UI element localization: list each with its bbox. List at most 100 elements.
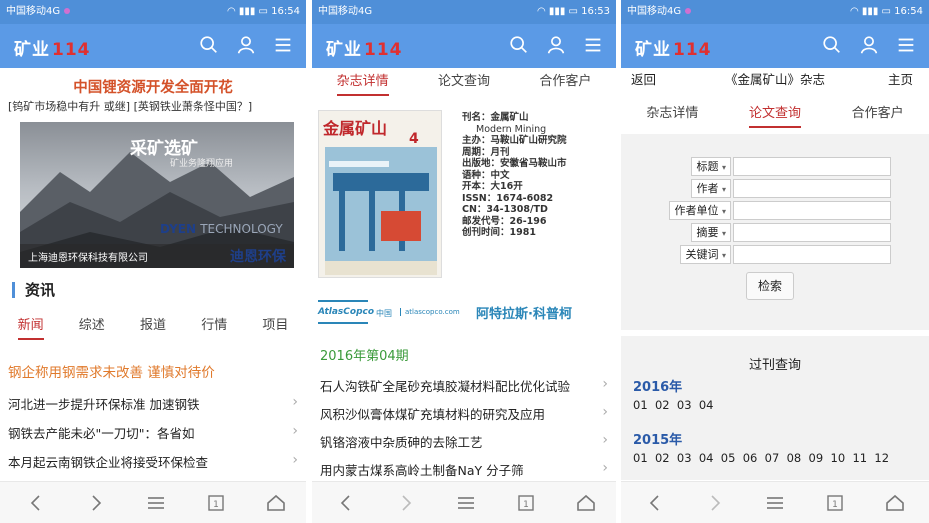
list-item[interactable]: 风积沙似膏体煤矿充填材料的研究及应用 › [312,404,616,423]
tab-magazine-detail[interactable]: 杂志详情 [312,68,413,98]
app-logo[interactable]: 矿业 114 [635,35,712,60]
forward-arrow-icon[interactable] [394,491,418,515]
page-title: 《金属矿山》杂志 [724,72,825,87]
home-icon[interactable] [264,491,288,515]
cover-image [325,147,437,275]
ad-china: 中国 [376,309,392,318]
info-postal: 邮发代号：26-196 [462,215,547,227]
browser-nav-bar: 1 [621,481,929,523]
tab-partners[interactable]: 合作客户 [826,100,929,130]
list-item[interactable]: 石人沟铁矿全尾砂充填胶凝材料配比优化试验 › [312,376,616,395]
chevron-right-icon: › [292,423,298,439]
atlas-logo: AtlasCopco [318,300,374,324]
tab-magazine-detail[interactable]: 杂志详情 [621,100,724,130]
field-select-keywords[interactable]: 关键词 ▾ [680,245,731,264]
headline-link[interactable]: 钢企称用钢需求未改善 谨慎对待价 [0,361,306,381]
search-icon[interactable] [821,34,847,58]
field-input-keywords[interactable] [733,245,891,264]
info-place: 出版地：安徽省马鞍山市 [462,158,567,169]
user-icon[interactable] [858,34,884,58]
search-icon[interactable] [198,34,224,58]
tab-market[interactable]: 行情 [184,312,245,342]
user-icon[interactable] [545,34,571,58]
list-item[interactable]: 钢铁去产能未必"一刀切"：各省如 › [0,423,306,442]
carrier-label: 中国移动4G [6,0,71,24]
past-title: 过刊查询 [748,358,801,373]
year-label-2016: 2016年 [633,380,683,395]
browser-nav-bar: 1 [312,481,616,523]
tab-partners[interactable]: 合作客户 [515,68,616,98]
svg-text:1: 1 [213,500,219,510]
app-logo[interactable]: 矿业 114 [14,35,91,60]
forward-arrow-icon[interactable] [703,491,727,515]
promo-subtitle[interactable]: [钨矿市场稳中有升 或继] [英钢铁业萧条怪中国？] [8,98,302,114]
tabs-count-icon[interactable]: 1 [823,491,847,515]
field-select-affiliation[interactable]: 作者单位 ▾ [669,201,731,220]
banner-company-cn: 迪恩环保 [230,249,286,265]
svg-text:1: 1 [523,500,529,510]
screenshot-root: 中国移动4G ◠ ▮▮▮ ▭ 16:54 矿业 114 中国锂资源开发全面开花 [… [0,0,929,523]
news-tabs: 新闻 综述 报道 行情 项目 [0,312,306,342]
field-input-title[interactable] [733,157,891,176]
info-cn: CN：34-1308/TD [462,204,548,215]
home-icon[interactable] [883,491,907,515]
app-bar: 矿业 114 [621,24,929,68]
list-item[interactable]: 河北进一步提升环保标准 加速钢铁 › [0,394,306,413]
menu-icon[interactable] [582,34,608,58]
menu-icon[interactable] [272,34,298,58]
status-bar: 中国移动4G ◠ ▮▮▮ ▭ 16:54 [0,0,306,24]
browser-menu-icon[interactable] [454,491,478,515]
field-input-abstract[interactable] [733,223,891,242]
issues-2015[interactable]: 01 02 03 04 05 06 07 08 09 10 11 12 [633,451,889,465]
info-english: Modern Mining [476,123,547,135]
chevron-right-icon: › [602,432,608,448]
menu-icon[interactable] [895,34,921,58]
chevron-right-icon: › [602,404,608,420]
search-panel: 标题 ▾ 作者 ▾ 作者单位 ▾ 摘要 ▾ 关键词 ▾ 检索 [621,134,929,330]
back-arrow-icon[interactable] [643,491,667,515]
field-select-abstract[interactable]: 摘要 ▾ [691,223,731,242]
list-item[interactable]: 本月起云南钢铁企业将接受环保检查 › [0,452,306,471]
field-select-author[interactable]: 作者 ▾ [691,179,731,198]
magazine-tabs: 杂志详情 论文查询 合作客户 [312,68,616,98]
promo-title[interactable]: 中国锂资源开发全面开花 [0,76,306,97]
list-item[interactable]: 钒铬溶液中杂质砷的去除工艺 › [312,432,616,451]
app-logo[interactable]: 矿业 114 [326,35,403,60]
field-row-affiliation: 作者单位 ▾ [651,200,891,221]
title-bar: 返回 《金属矿山》杂志 主页 [621,68,929,96]
tab-paper-search[interactable]: 论文查询 [413,68,514,98]
tab-report[interactable]: 报道 [122,312,183,342]
app-bar: 矿业 114 [312,24,616,68]
info-language: 语种：中文 [462,169,510,181]
browser-menu-icon[interactable] [763,491,787,515]
home-link[interactable]: 主页 [888,68,913,92]
field-select-title[interactable]: 标题 ▾ [691,157,731,176]
field-input-affiliation[interactable] [733,201,891,220]
list-item[interactable]: 用内蒙古煤系高岭土制备NaY 分子筛 › [312,460,616,479]
field-input-author[interactable] [733,179,891,198]
tabs-count-icon[interactable]: 1 [514,491,538,515]
issues-2016[interactable]: 01 02 03 04 [633,398,713,412]
tabs-count-icon[interactable]: 1 [204,491,228,515]
forward-arrow-icon[interactable] [84,491,108,515]
back-arrow-icon[interactable] [24,491,48,515]
tab-project[interactable]: 项目 [245,312,306,342]
search-icon[interactable] [508,34,534,58]
status-right: ◠ ▮▮▮ ▭ 16:53 [536,6,610,17]
browser-menu-icon[interactable] [144,491,168,515]
user-icon[interactable] [235,34,261,58]
past-issues-panel: 过刊查询 2016年 01 02 03 04 2015年 01 02 03 04… [621,336,929,480]
search-button[interactable]: 检索 [746,272,794,300]
magazine-info: 刊名：金属矿山 Modern Mining 主办：马鞍山矿山研究院 周期：月刊 … [462,112,567,239]
status-right: ◠ ▮▮▮ ▭ 16:54 [226,6,300,17]
browser-nav-bar: 1 [0,481,306,523]
tab-news[interactable]: 新闻 [0,312,61,342]
sponsor-ad[interactable]: AtlasCopco 中国 atlascopco.com 阿特拉斯·科普柯 [318,298,610,328]
year-label-2015: 2015年 [633,433,683,448]
tab-paper-search[interactable]: 论文查询 [724,100,827,130]
magazine-cover[interactable]: 金属矿山 4 [318,110,442,278]
back-arrow-icon[interactable] [334,491,358,515]
home-icon[interactable] [574,491,598,515]
ad-banner[interactable]: 采矿选矿 矿业务隆翔应用 DYEN TECHNOLOGY 上海迪恩环保科技有限公… [20,122,294,268]
tab-review[interactable]: 综述 [61,312,122,342]
